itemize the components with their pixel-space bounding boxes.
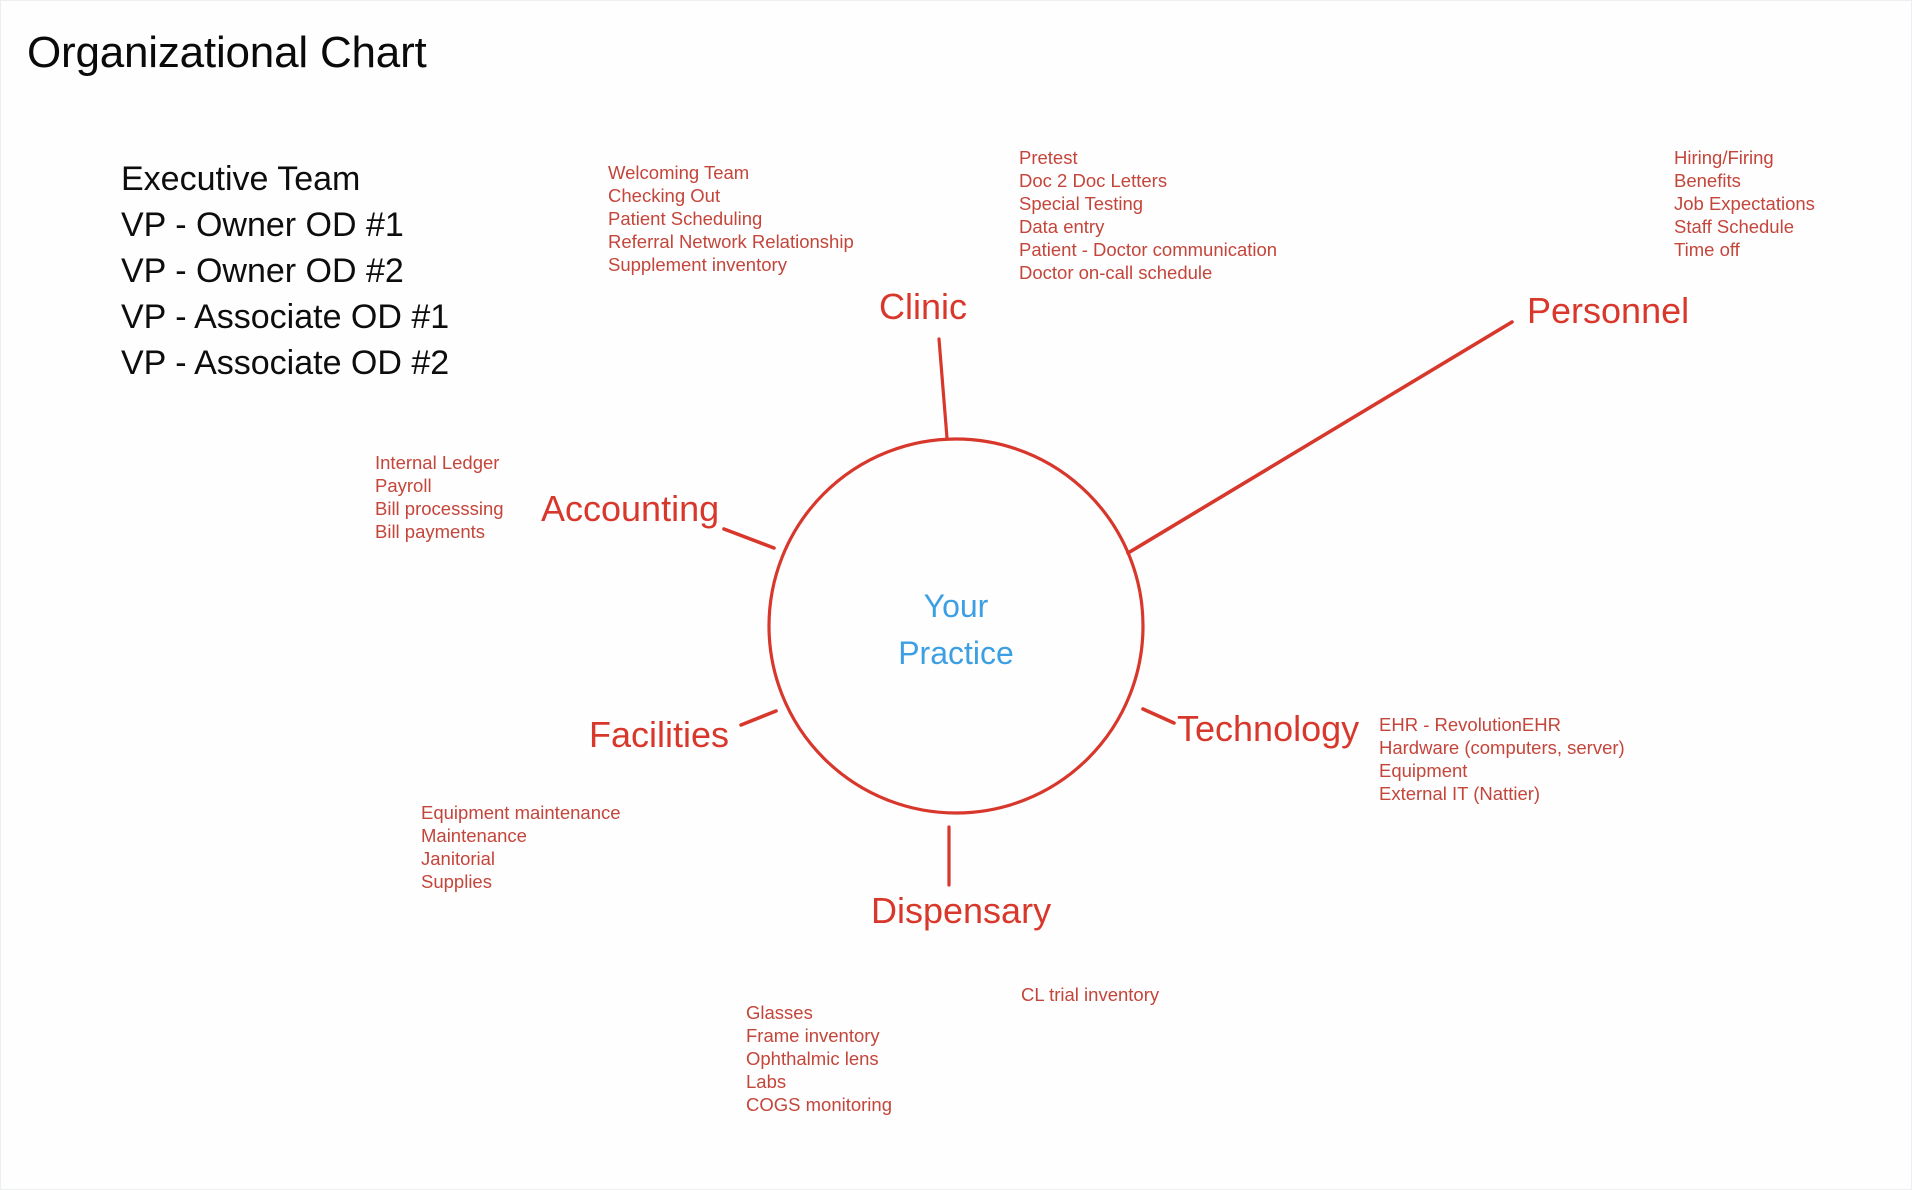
detail-list-facilities: Equipment maintenance Maintenance Janito… bbox=[421, 801, 621, 893]
detail-item: Hiring/Firing bbox=[1674, 147, 1774, 168]
detail-item: Payroll bbox=[375, 475, 432, 496]
detail-item: Welcoming Team bbox=[608, 162, 750, 183]
executive-team-member: VP - Associate OD #2 bbox=[121, 344, 450, 382]
detail-item: Bill processsing bbox=[375, 498, 504, 519]
detail-item: Equipment bbox=[1379, 760, 1468, 781]
spoke-technology bbox=[1141, 707, 1176, 725]
detail-item: Time off bbox=[1674, 239, 1740, 260]
detail-list-clinic: Welcoming Team Checking Out Patient Sche… bbox=[608, 161, 854, 276]
spoke-clinic bbox=[937, 337, 949, 440]
detail-item: Labs bbox=[746, 1071, 787, 1092]
branch-label-facilities[interactable]: Facilities bbox=[589, 717, 729, 753]
detail-item: Data entry bbox=[1019, 216, 1105, 237]
detail-list-accounting: Internal Ledger Payroll Bill processsing… bbox=[375, 451, 504, 543]
detail-item: Equipment maintenance bbox=[421, 802, 621, 823]
detail-item: Maintenance bbox=[421, 825, 527, 846]
detail-item: Bill payments bbox=[375, 521, 486, 542]
detail-item: Staff Schedule bbox=[1674, 216, 1794, 237]
detail-item: Checking Out bbox=[608, 185, 721, 206]
detail-item: Doctor on-call schedule bbox=[1019, 262, 1213, 283]
detail-item: Janitorial bbox=[421, 848, 496, 869]
detail-item: COGS monitoring bbox=[746, 1094, 892, 1115]
hub-label: Your Practice bbox=[766, 583, 1146, 677]
detail-item: Patient Scheduling bbox=[608, 208, 763, 229]
detail-item: External IT (Nattier) bbox=[1379, 783, 1541, 804]
detail-item: Referral Network Relationship bbox=[608, 231, 854, 252]
detail-item: Supplies bbox=[421, 871, 492, 892]
branch-label-personnel[interactable]: Personnel bbox=[1527, 293, 1689, 329]
detail-item: Internal Ledger bbox=[375, 452, 500, 473]
detail-item: Patient - Doctor communication bbox=[1019, 239, 1278, 260]
detail-list-personnel: Hiring/Firing Benefits Job Expectations … bbox=[1674, 146, 1815, 261]
branch-label-accounting[interactable]: Accounting bbox=[541, 491, 719, 527]
detail-item: Ophthalmic lens bbox=[746, 1048, 879, 1069]
executive-team-member: VP - Owner OD #1 bbox=[121, 206, 404, 244]
detail-list-dispensary: Glasses Frame inventory Ophthalmic lens … bbox=[746, 1001, 892, 1116]
detail-list-technology: EHR - RevolutionEHR Hardware (computers,… bbox=[1379, 713, 1625, 805]
branch-label-clinic[interactable]: Clinic bbox=[879, 289, 967, 325]
spoke-facilities bbox=[739, 709, 778, 727]
spoke-accounting bbox=[722, 527, 776, 550]
hub-label-line2: Practice bbox=[898, 635, 1014, 671]
detail-item: Supplement inventory bbox=[608, 254, 787, 275]
detail-item: Doc 2 Doc Letters bbox=[1019, 170, 1168, 191]
detail-list-clinic-secondary: Pretest Doc 2 Doc Letters Special Testin… bbox=[1019, 146, 1277, 284]
detail-item: Pretest bbox=[1019, 147, 1078, 168]
page-title: Organizational Chart bbox=[27, 28, 427, 77]
executive-team-block: Executive Team VP - Owner OD #1 VP - Own… bbox=[121, 156, 449, 386]
detail-item: Frame inventory bbox=[746, 1025, 880, 1046]
branch-label-dispensary[interactable]: Dispensary bbox=[871, 893, 1051, 929]
detail-item: EHR - RevolutionEHR bbox=[1379, 714, 1561, 735]
spoke-personnel bbox=[1126, 320, 1514, 555]
diagram-canvas: Organizational Chart Executive Team VP -… bbox=[0, 0, 1912, 1190]
executive-team-heading: Executive Team bbox=[121, 160, 361, 198]
detail-list-dispensary-secondary: CL trial inventory bbox=[1021, 983, 1159, 1006]
detail-item: Benefits bbox=[1674, 170, 1741, 191]
detail-item: Hardware (computers, server) bbox=[1379, 737, 1625, 758]
detail-item: CL trial inventory bbox=[1021, 984, 1160, 1005]
executive-team-member: VP - Owner OD #2 bbox=[121, 252, 404, 290]
hub-label-line1: Your bbox=[923, 588, 989, 624]
detail-item: Glasses bbox=[746, 1002, 813, 1023]
branch-label-technology[interactable]: Technology bbox=[1177, 711, 1359, 747]
detail-item: Job Expectations bbox=[1674, 193, 1815, 214]
detail-item: Special Testing bbox=[1019, 193, 1144, 214]
executive-team-member: VP - Associate OD #1 bbox=[121, 298, 450, 336]
